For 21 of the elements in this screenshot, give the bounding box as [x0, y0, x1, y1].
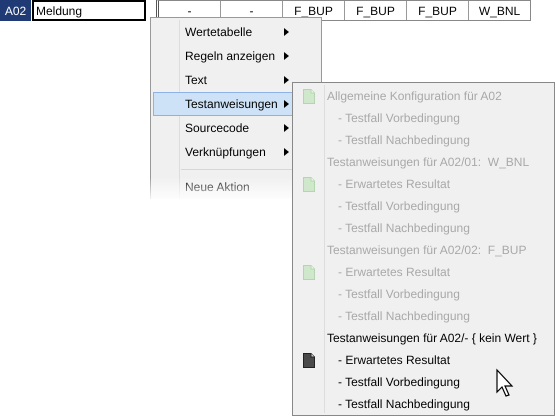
table-cell-text: W_BNL: [478, 2, 522, 20]
menu-item[interactable]: Wertetabelle: [153, 20, 319, 44]
submenu-arrow-icon: [284, 124, 289, 132]
document-icon: [302, 88, 314, 104]
submenu-arrow-icon: [284, 148, 289, 156]
menu-item[interactable]: Regeln anzeigen: [153, 44, 319, 68]
menu-item[interactable]: - Testfall Nachbedingung: [293, 393, 554, 415]
menu-item[interactable]: Testanweisungen für A02/- { kein Wert }: [293, 327, 554, 349]
submenu-arrow-icon: [284, 100, 289, 108]
document-icon: [302, 264, 314, 280]
menu-item[interactable]: - Erwartetes Resultat: [293, 349, 554, 371]
row-id: A02: [0, 0, 31, 21]
submenu-arrow-icon: [284, 28, 289, 36]
submenu-arrow-icon: [284, 52, 289, 60]
submenu-arrow-icon: [284, 76, 289, 84]
document-icon: [302, 176, 314, 192]
table-cell: F_BUP: [345, 1, 407, 20]
menu-item[interactable]: - Testfall Vorbedingung: [293, 371, 554, 393]
document-icon: [302, 352, 314, 368]
table-cell: F_BUP: [407, 1, 469, 20]
message-field[interactable]: Meldung: [32, 0, 146, 21]
